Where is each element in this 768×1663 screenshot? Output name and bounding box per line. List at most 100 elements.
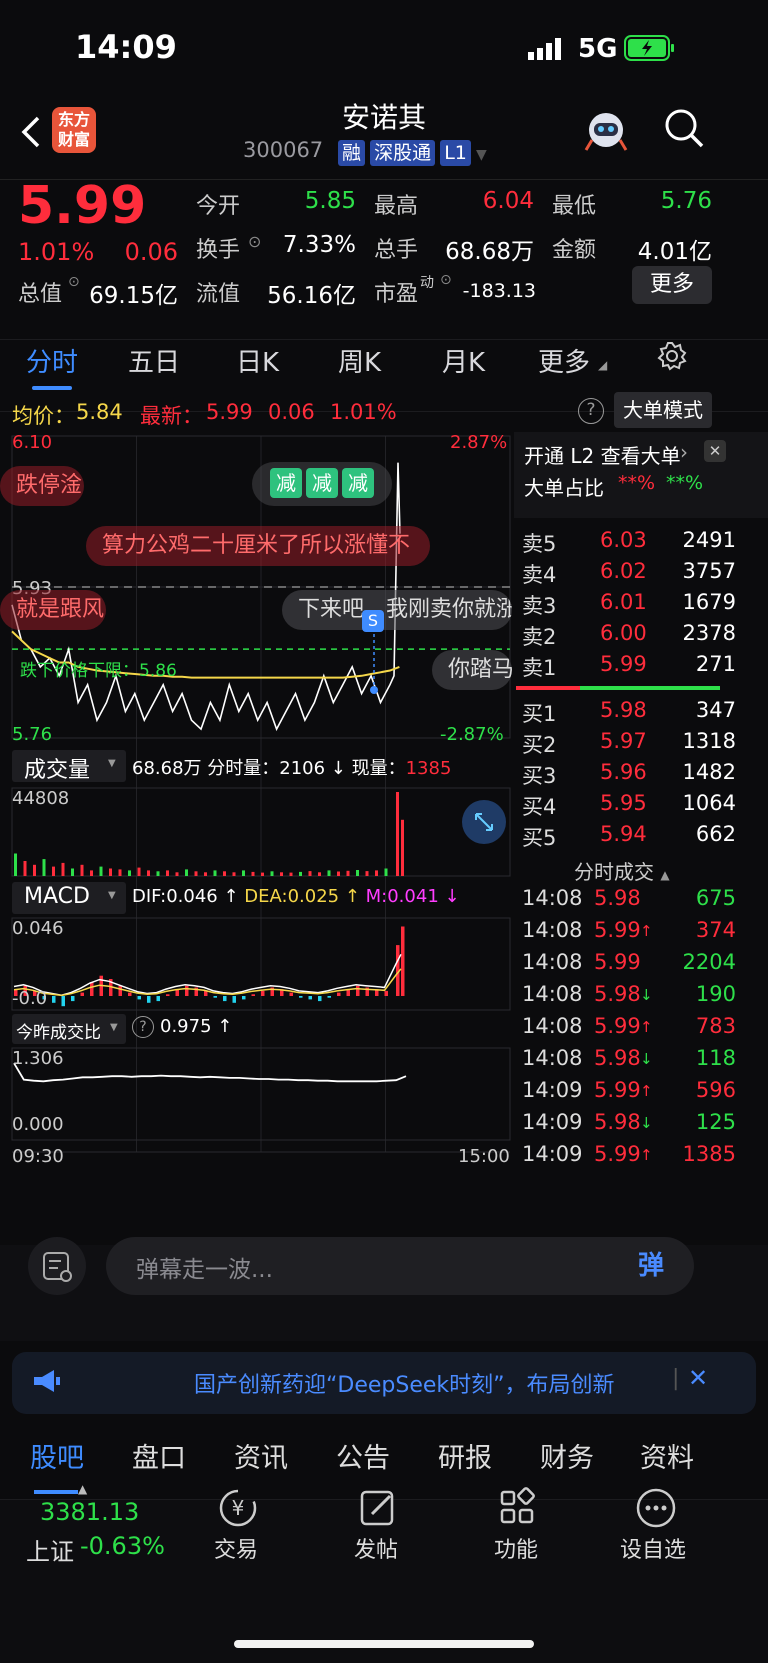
m-label: M: <box>365 886 388 907</box>
ticks-header[interactable]: 分时成交 ▲ <box>574 856 670 885</box>
tick-row: 14:08 5.98 ↓ 118 <box>514 1044 736 1078</box>
close-icon[interactable]: ✕ <box>704 440 726 462</box>
reduce-badges[interactable]: 减 减 减 <box>252 462 392 506</box>
watchlist-label[interactable]: 设自选 <box>620 1532 686 1564</box>
settings-gear-icon[interactable] <box>656 340 688 376</box>
post-label[interactable]: 发帖 <box>354 1532 398 1564</box>
help-icon[interactable]: ? <box>578 398 604 424</box>
l2-promo-text: 开通 L2 查看大单 <box>524 444 681 468</box>
svg-text:¥: ¥ <box>232 1496 245 1520</box>
macd-bar <box>261 990 265 996</box>
danmaku-settings-icon[interactable] <box>28 1237 86 1295</box>
collapse-caret-icon: ▲ <box>660 868 670 882</box>
index-change[interactable]: -0.63% <box>80 1532 165 1560</box>
danmaku-input[interactable]: 弹幕走一波... 弹 <box>106 1237 694 1295</box>
tab-profile[interactable]: 资料 <box>640 1436 694 1475</box>
ask-price: 6.00 <box>600 621 647 645</box>
ask-row[interactable]: 卖1 5.99 271 <box>514 650 736 682</box>
bid-row[interactable]: 买5 5.94 662 <box>514 820 736 852</box>
ask-row[interactable]: 卖3 6.01 1679 <box>514 588 736 620</box>
tick-volume: 783 <box>695 1014 736 1038</box>
ask-volume: 1679 <box>682 590 736 614</box>
bid-row[interactable]: 买1 5.98 347 <box>514 696 736 728</box>
ask-level: 卖3 <box>522 594 557 618</box>
turnover-info-icon[interactable]: ⊙ <box>248 232 261 251</box>
macd-selector[interactable]: MACD ▼ <box>12 882 126 914</box>
volume-bar <box>42 859 46 876</box>
tab-pankou[interactable]: 盘口 <box>132 1436 186 1475</box>
tick-price: 5.99 <box>594 1078 641 1102</box>
danmaku-bubble[interactable]: 就是跟风 <box>0 590 106 630</box>
functions-icon[interactable] <box>496 1486 540 1534</box>
post-icon[interactable] <box>356 1486 400 1534</box>
mktcap-info-icon[interactable]: ⊙ <box>68 274 80 290</box>
volume-minute-value: 2106 <box>279 758 326 779</box>
ask-row[interactable]: 卖2 6.00 2378 <box>514 619 736 651</box>
macd-bar <box>242 996 246 1000</box>
ask-row[interactable]: 卖4 6.02 3757 <box>514 557 736 589</box>
more-button[interactable]: 更多 <box>632 266 712 304</box>
tab-monthly-k[interactable]: 月K <box>442 342 485 379</box>
danmaku-bubble[interactable]: 你踏马 <box>432 650 512 690</box>
volume-ratio-line <box>13 1062 407 1083</box>
l2-promo-box[interactable]: 开通 L2 查看大单 › ✕ 大单占比 **% **% <box>514 432 768 518</box>
search-icon[interactable] <box>662 106 706 154</box>
megaphone-icon <box>32 1368 62 1398</box>
bid-row[interactable]: 买4 5.95 1064 <box>514 789 736 821</box>
pe-info-icon[interactable]: ⊙ <box>440 272 452 288</box>
volume-bar <box>137 867 141 876</box>
trade-icon[interactable]: ¥ <box>216 1486 260 1534</box>
ask-price: 6.03 <box>600 528 647 552</box>
functions-label[interactable]: 功能 <box>494 1532 538 1564</box>
sell-signal-marker[interactable]: S <box>362 610 384 632</box>
tab-weekly-k[interactable]: 周K <box>338 342 381 379</box>
dropdown-icon[interactable]: ▼ <box>476 147 487 163</box>
watchlist-icon[interactable] <box>634 1486 678 1534</box>
ask-volume: 2378 <box>682 621 736 645</box>
macd-bar <box>71 996 75 1002</box>
tick-row: 14:08 5.99 2204 <box>514 948 736 982</box>
tab-intraday[interactable]: 分时 <box>26 342 78 379</box>
volume-selector[interactable]: 成交量 ▼ <box>12 750 126 783</box>
expand-icon[interactable] <box>462 800 506 844</box>
tab-finance[interactable]: 财务 <box>540 1436 594 1475</box>
dea-value: 0.025 <box>287 886 340 907</box>
big-order-mode-button[interactable]: 大单模式 <box>614 392 712 428</box>
danmaku-bubble[interactable]: 算力公鸡二十厘米了所以涨懂不 <box>86 526 430 566</box>
volume-bar <box>375 870 378 876</box>
robot-assistant-icon[interactable] <box>582 106 630 158</box>
change-abs: 0.06 <box>124 238 178 266</box>
news-banner[interactable]: 国产创新药迎“DeepSeek时刻”，布局创新 | ✕ <box>12 1352 756 1414</box>
tab-more[interactable]: 更多 <box>538 342 590 379</box>
trade-label[interactable]: 交易 <box>214 1532 258 1564</box>
tick-price: 5.99 <box>594 950 641 974</box>
danmaku-bubble[interactable]: 下来吧，我刚卖你就涨 <box>282 590 512 630</box>
index-value[interactable]: 3381.13 <box>40 1498 139 1526</box>
bid-level: 买2 <box>522 733 557 757</box>
reduce-badge: 减 <box>270 468 302 498</box>
index-name[interactable]: 上证 <box>26 1532 74 1567</box>
tick-row: 14:08 5.99 ↑ 374 <box>514 916 736 950</box>
tab-daily-k[interactable]: 日K <box>236 342 279 379</box>
ratio-selector[interactable]: 今昨成交比 ▼ <box>12 1014 126 1044</box>
danmaku-bubble[interactable]: 跌停淦 <box>0 466 84 506</box>
big-order-green: **% <box>666 472 704 494</box>
send-danmaku-icon[interactable]: 弹 <box>638 1245 682 1289</box>
ask-row[interactable]: 卖5 6.03 2491 <box>514 526 736 558</box>
bid-row[interactable]: 买3 5.96 1482 <box>514 758 736 790</box>
tab-guba[interactable]: 股吧 <box>30 1436 84 1475</box>
volume-bar <box>204 872 207 876</box>
tick-direction: ↑ <box>640 922 653 940</box>
tick-volume: 190 <box>695 982 736 1006</box>
ask-volume: 2491 <box>682 528 736 552</box>
volume-value: 68.68万 <box>445 239 534 265</box>
ratio-help-icon[interactable]: ? <box>132 1016 154 1038</box>
section-tab-indicator <box>34 1490 78 1494</box>
tab-five-day[interactable]: 五日 <box>128 342 180 379</box>
tab-news[interactable]: 资讯 <box>234 1436 288 1475</box>
close-banner-icon[interactable]: ✕ <box>688 1364 708 1392</box>
tick-direction: ↓ <box>640 1050 653 1068</box>
tab-research[interactable]: 研报 <box>438 1436 492 1475</box>
tab-announcements[interactable]: 公告 <box>336 1436 390 1475</box>
bid-row[interactable]: 买2 5.97 1318 <box>514 727 736 759</box>
